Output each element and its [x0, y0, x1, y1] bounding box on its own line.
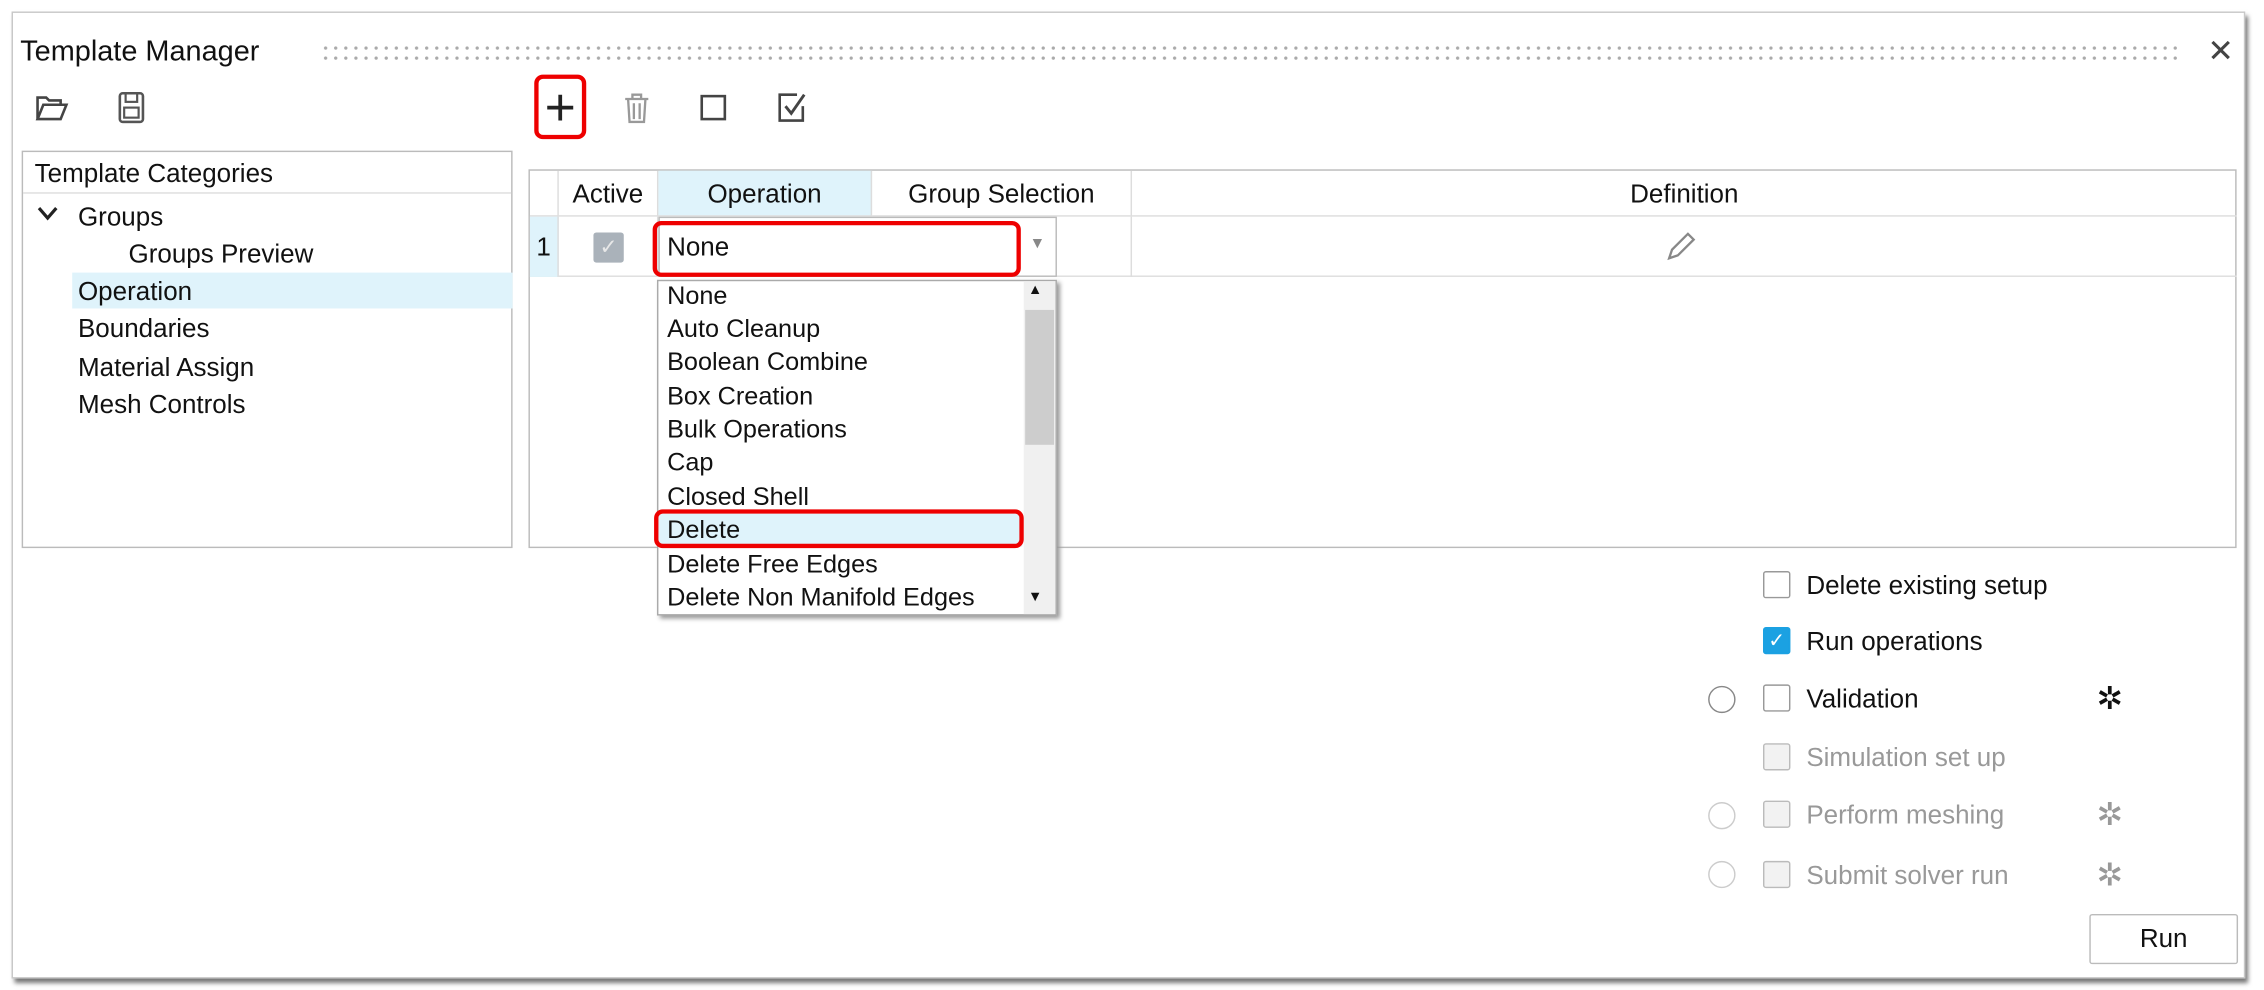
simulation-setup-label: Simulation set up	[1806, 743, 2006, 772]
delete-icon[interactable]	[618, 89, 656, 126]
validation-gear-icon[interactable]: ✲	[2097, 682, 2124, 715]
chevron-down-icon[interactable]: ▼	[1030, 235, 1046, 252]
perform-meshing-radio[interactable]	[1708, 802, 1736, 830]
uncheck-all-icon[interactable]	[695, 89, 733, 126]
corner-header[interactable]	[529, 170, 559, 217]
close-icon[interactable]: ✕	[2206, 33, 2235, 70]
tree-item-groups-preview[interactable]: Groups Preview	[129, 240, 314, 270]
dropdown-option[interactable]: Bulk Operations	[667, 413, 847, 446]
tree-item-operation[interactable]: Operation	[78, 277, 192, 307]
active-cell: ✓	[559, 216, 659, 277]
column-header-active[interactable]: Active	[558, 170, 659, 217]
run-operations-checkbox[interactable]: ✓	[1763, 627, 1791, 655]
column-header-operation[interactable]: Operation	[658, 170, 873, 217]
run-operations-label: Run operations	[1806, 627, 1983, 656]
validation-label: Validation	[1806, 684, 1919, 714]
dropdown-option[interactable]: None	[667, 280, 727, 313]
save-icon[interactable]	[113, 89, 151, 126]
dropdown-option[interactable]: Auto Cleanup	[667, 313, 820, 346]
categories-header: Template Categories	[23, 152, 512, 194]
validation-radio[interactable]	[1708, 685, 1736, 714]
active-checkbox[interactable]: ✓	[593, 232, 624, 263]
chevron-down-icon[interactable]	[37, 199, 58, 229]
delete-existing-setup-checkbox[interactable]	[1763, 571, 1791, 599]
scrollbar-thumb[interactable]	[1025, 309, 1055, 445]
perform-meshing-checkbox[interactable]	[1763, 800, 1791, 828]
group-selection-cell[interactable]	[1057, 216, 1133, 277]
scroll-up-icon[interactable]: ▲	[1028, 283, 1042, 299]
drag-grip[interactable]	[320, 43, 2184, 64]
pencil-icon[interactable]	[1665, 231, 1697, 270]
tree-item-material-assign[interactable]: Material Assign	[78, 353, 254, 383]
operation-combobox-highlight	[652, 220, 1021, 277]
run-button[interactable]: Run	[2089, 913, 2239, 965]
template-categories-panel: Template Categories Groups Groups Previe…	[21, 150, 513, 549]
submit-solver-run-gear-icon[interactable]: ✲	[2097, 859, 2124, 891]
add-icon[interactable]	[541, 89, 579, 126]
delete-option-highlight	[654, 509, 1024, 549]
window-title: Template Manager	[20, 35, 260, 68]
delete-existing-setup-label: Delete existing setup	[1806, 571, 2048, 600]
operation-dropdown-list: None Auto Cleanup Boolean Combine Box Cr…	[656, 279, 1057, 616]
column-header-definition[interactable]: Definition	[1132, 171, 2237, 217]
dropdown-option[interactable]: Delete Free Edges	[667, 548, 878, 581]
scroll-down-icon[interactable]: ▼	[1028, 590, 1042, 606]
perform-meshing-label: Perform meshing	[1806, 800, 2005, 830]
column-header-group-selection[interactable]: Group Selection	[872, 170, 1133, 217]
perform-meshing-gear-icon[interactable]: ✲	[2097, 798, 2124, 831]
submit-solver-run-radio[interactable]	[1708, 860, 1736, 889]
tree-item-boundaries[interactable]: Boundaries	[78, 314, 210, 344]
validation-checkbox[interactable]	[1763, 684, 1791, 712]
dropdown-option[interactable]: Cap	[667, 446, 713, 479]
submit-solver-run-checkbox[interactable]	[1763, 860, 1791, 889]
simulation-setup-checkbox[interactable]	[1763, 743, 1791, 771]
dropdown-option[interactable]: Delete Non Manifold Edges	[667, 581, 975, 614]
open-folder-icon[interactable]	[33, 89, 71, 126]
submit-solver-run-label: Submit solver run	[1806, 860, 2009, 890]
tree-item-mesh-controls[interactable]: Mesh Controls	[78, 390, 246, 420]
dropdown-option[interactable]: Boolean Combine	[667, 346, 868, 379]
dropdown-option[interactable]: Box Creation	[667, 380, 813, 413]
dropdown-scrollbar[interactable]: ▲ ▼	[1023, 281, 1056, 615]
tree-item-groups[interactable]: Groups	[78, 202, 163, 232]
check-all-icon[interactable]	[774, 89, 812, 126]
row-number: 1	[529, 216, 559, 277]
